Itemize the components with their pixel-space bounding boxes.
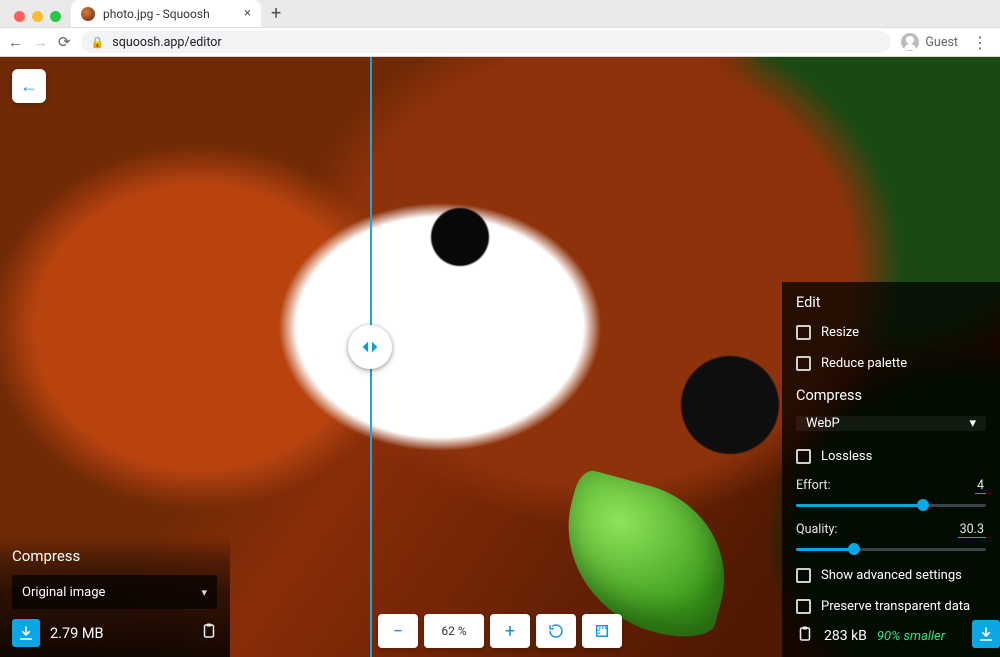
- rotate-icon: [547, 622, 565, 640]
- checkbox-icon: [796, 449, 811, 464]
- right-format-value: WebP: [806, 416, 840, 431]
- lock-icon: 🔒: [91, 36, 105, 49]
- forward-icon: →: [33, 33, 48, 51]
- tab-title: photo.jpg - Squoosh: [103, 7, 210, 21]
- download-left-button[interactable]: [12, 619, 40, 647]
- window-controls: [8, 11, 71, 27]
- clipboard-icon[interactable]: [200, 622, 218, 644]
- advanced-settings-label: Show advanced settings: [821, 568, 962, 583]
- edit-section-title: Edit: [796, 294, 986, 311]
- zoom-level[interactable]: 62 %: [424, 614, 484, 648]
- close-tab-icon[interactable]: ×: [244, 6, 251, 21]
- quality-slider[interactable]: Quality: 30.3: [796, 522, 986, 556]
- browser-tab[interactable]: photo.jpg - Squoosh ×: [71, 0, 261, 27]
- right-panel: Edit Resize Reduce palette Compress WebP…: [782, 282, 1000, 657]
- checkbox-icon: [796, 568, 811, 583]
- resize-label: Resize: [821, 325, 859, 340]
- address-bar[interactable]: 🔒 squoosh.app/editor: [81, 31, 892, 53]
- effort-label: Effort:: [796, 478, 830, 494]
- left-format-value: Original image: [22, 585, 105, 600]
- minus-icon: −: [393, 621, 403, 642]
- tab-strip: photo.jpg - Squoosh × +: [0, 0, 1000, 27]
- left-panel: Compress Original image ▾ 2.79 MB: [0, 537, 230, 657]
- back-button[interactable]: ←: [12, 69, 46, 103]
- url-text: squoosh.app/editor: [112, 35, 221, 50]
- left-bottom-row: 2.79 MB: [12, 619, 218, 647]
- preserve-transparent-label: Preserve transparent data: [821, 599, 970, 614]
- effort-slider[interactable]: Effort: 4: [796, 478, 986, 512]
- compare-handle[interactable]: [348, 325, 392, 369]
- center-toolbar: − 62 % +: [378, 614, 622, 648]
- reduce-palette-checkbox[interactable]: Reduce palette: [796, 352, 986, 375]
- chevron-down-icon: ▾: [969, 416, 976, 431]
- rotate-button[interactable]: [536, 614, 576, 648]
- menu-icon[interactable]: ⋮: [968, 33, 992, 52]
- back-icon[interactable]: ←: [8, 33, 23, 51]
- preserve-transparent-checkbox[interactable]: Preserve transparent data: [796, 595, 986, 618]
- minimize-window-icon[interactable]: [32, 11, 43, 22]
- effort-track[interactable]: [796, 498, 986, 512]
- resize-checkbox[interactable]: Resize: [796, 321, 986, 344]
- lossless-label: Lossless: [821, 449, 872, 464]
- left-section-title: Compress: [12, 547, 218, 565]
- left-format-select[interactable]: Original image ▾: [12, 575, 217, 609]
- new-tab-button[interactable]: +: [271, 3, 281, 27]
- right-bottom-info: 283 kB 90% smaller: [796, 625, 960, 647]
- chevron-down-icon: ▾: [201, 586, 207, 599]
- slider-thumb-icon[interactable]: [917, 499, 929, 511]
- profile-button[interactable]: Guest: [901, 33, 958, 51]
- download-icon: [18, 625, 34, 641]
- slider-thumb-icon[interactable]: [848, 543, 860, 555]
- checkbox-icon: [796, 325, 811, 340]
- clipboard-icon[interactable]: [796, 625, 814, 647]
- avatar-icon: [901, 33, 919, 51]
- editor-stage: ← Compress Original image ▾ 2.79 MB − 62…: [0, 57, 1000, 657]
- left-file-size: 2.79 MB: [50, 625, 104, 642]
- right-format-select[interactable]: WebP ▾: [796, 416, 986, 431]
- browser-chrome: photo.jpg - Squoosh × + ← → ⟳ 🔒 squoosh.…: [0, 0, 1000, 57]
- zoom-in-button[interactable]: +: [490, 614, 530, 648]
- arrow-left-icon: ←: [20, 76, 38, 97]
- quality-track[interactable]: [796, 542, 986, 556]
- profile-label: Guest: [925, 35, 958, 50]
- quality-value[interactable]: 30.3: [958, 522, 986, 538]
- download-right-button[interactable]: [972, 620, 1000, 648]
- reload-icon[interactable]: ⟳: [58, 33, 71, 51]
- transform-button[interactable]: [582, 614, 622, 648]
- maximize-window-icon[interactable]: [50, 11, 61, 22]
- reduce-palette-label: Reduce palette: [821, 356, 907, 371]
- checkbox-icon: [796, 599, 811, 614]
- close-window-icon[interactable]: [14, 11, 25, 22]
- favicon-icon: [81, 7, 95, 21]
- advanced-settings-checkbox[interactable]: Show advanced settings: [796, 564, 986, 587]
- quality-label: Quality:: [796, 522, 837, 538]
- effort-value[interactable]: 4: [975, 478, 986, 494]
- compare-handle-icon: [359, 336, 381, 358]
- plus-icon: +: [505, 621, 515, 642]
- zoom-out-button[interactable]: −: [378, 614, 418, 648]
- transform-icon: [593, 622, 611, 640]
- savings-label: 90% smaller: [877, 629, 945, 644]
- zoom-level-label: 62 %: [441, 624, 466, 638]
- compress-section-title: Compress: [796, 387, 986, 404]
- checkbox-icon: [796, 356, 811, 371]
- download-icon: [978, 626, 994, 642]
- browser-toolbar: ← → ⟳ 🔒 squoosh.app/editor Guest ⋮: [0, 27, 1000, 57]
- lossless-checkbox[interactable]: Lossless: [796, 445, 986, 468]
- right-file-size: 283 kB: [824, 628, 867, 644]
